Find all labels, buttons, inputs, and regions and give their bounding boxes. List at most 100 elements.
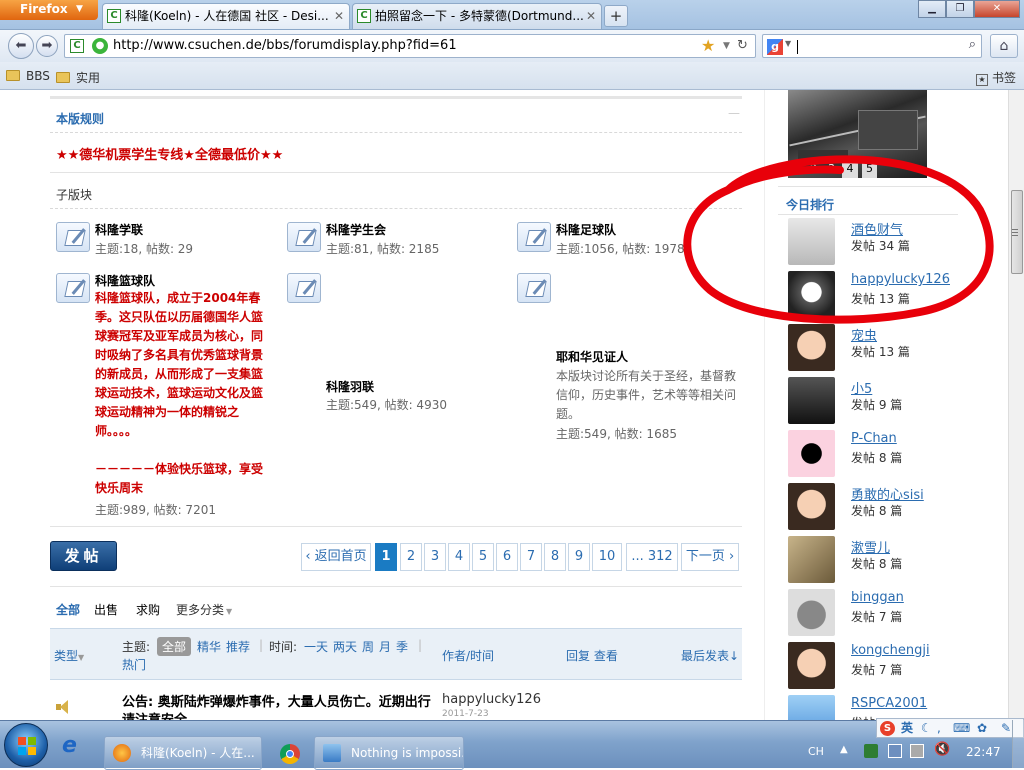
forum-icon[interactable] bbox=[517, 273, 551, 303]
thread-author[interactable]: happylucky126 bbox=[442, 692, 541, 707]
forum-icon[interactable] bbox=[517, 222, 551, 252]
google-icon[interactable]: g bbox=[767, 39, 783, 55]
window-close-button[interactable]: ✕ bbox=[974, 0, 1020, 18]
avatar[interactable] bbox=[788, 536, 835, 583]
chevron-up-icon[interactable]: ▲ bbox=[840, 744, 852, 756]
start-button[interactable] bbox=[4, 723, 48, 767]
pagination-next[interactable]: 下一页 › bbox=[681, 543, 739, 571]
author-column-header[interactable]: 作者/时间 bbox=[442, 647, 494, 664]
show-desktop-button[interactable] bbox=[1012, 720, 1024, 768]
ranking-username[interactable]: P-Chan bbox=[851, 431, 897, 446]
page-1-button[interactable]: 1 bbox=[375, 543, 397, 571]
topic-all-chip[interactable]: 全部 bbox=[157, 637, 192, 656]
ranking-username[interactable]: RSPCA2001 bbox=[851, 696, 927, 711]
clock[interactable]: 22:47 bbox=[966, 745, 1001, 759]
avatar[interactable] bbox=[788, 695, 835, 720]
filter-sell[interactable]: 出售 bbox=[94, 601, 118, 618]
time-two-days-link[interactable]: 两天 bbox=[333, 638, 357, 655]
ranking-username[interactable]: 小5 bbox=[851, 378, 872, 397]
bookmarks-menu-button[interactable]: ★ 书签 bbox=[976, 69, 1016, 86]
page-9-button[interactable]: 9 bbox=[568, 543, 590, 571]
subforum-name[interactable]: 科隆篮球队 bbox=[95, 272, 155, 289]
type-column-header[interactable]: 类型▼ bbox=[54, 647, 84, 664]
taskbar-firefox-window[interactable]: 科隆(Koeln) - 人在... bbox=[104, 736, 262, 770]
action-center-icon[interactable] bbox=[888, 744, 902, 758]
filter-all[interactable]: 全部 bbox=[56, 601, 80, 618]
collapse-icon[interactable]: — bbox=[728, 106, 740, 120]
time-day-link[interactable]: 一天 bbox=[304, 638, 328, 655]
last-post-column-header[interactable]: 最后发表↓ bbox=[681, 647, 739, 664]
chevron-down-icon[interactable]: ▼ bbox=[785, 39, 791, 48]
page-7-button[interactable]: 7 bbox=[520, 543, 542, 571]
page-5-button[interactable]: 5 bbox=[472, 543, 494, 571]
url-bar[interactable]: C ● http://www.csuchen.de/bbs/forumdispl… bbox=[64, 34, 756, 58]
ranking-username[interactable]: kongchengji bbox=[851, 643, 930, 658]
bookmark-folder-practical[interactable]: 实用 bbox=[56, 69, 100, 86]
url-text[interactable]: http://www.csuchen.de/bbs/forumdisplay.p… bbox=[113, 38, 457, 53]
avatar[interactable] bbox=[788, 430, 835, 477]
home-button[interactable]: ⌂ bbox=[990, 34, 1018, 58]
time-week-link[interactable]: 周 bbox=[362, 638, 374, 655]
new-post-button[interactable]: 发帖 bbox=[50, 541, 117, 571]
tab-koeln[interactable]: C 科隆(Koeln) - 人在德国 社区 - Desi... ✕ bbox=[102, 3, 350, 29]
bookmark-star-icon[interactable]: ★ bbox=[701, 35, 715, 57]
volume-muted-icon[interactable]: 🔇 bbox=[934, 742, 950, 757]
language-indicator[interactable]: CH bbox=[808, 745, 824, 758]
topic-recommend-link[interactable]: 推荐 bbox=[226, 638, 250, 655]
network-icon[interactable] bbox=[910, 744, 924, 758]
page-scrollbar[interactable] bbox=[1008, 90, 1024, 720]
settings-icon[interactable]: ✎ bbox=[1001, 719, 1011, 737]
replies-column-header[interactable]: 回复 查看 bbox=[566, 647, 618, 664]
back-button[interactable]: ⬅ bbox=[8, 33, 34, 59]
forum-announcement[interactable]: ★★德华机票学生专线★全德最低价★★ bbox=[56, 144, 283, 163]
ranking-username[interactable]: binggan bbox=[851, 590, 904, 605]
pagination-home[interactable]: ‹ 返回首页 bbox=[301, 543, 371, 571]
time-month-link[interactable]: 月 bbox=[379, 638, 391, 655]
subforum-name[interactable]: 科隆学联 bbox=[95, 221, 143, 238]
subforum-name[interactable]: 耶和华见证人 bbox=[556, 348, 628, 365]
ranking-username[interactable]: 勇敢的心sisi bbox=[851, 484, 924, 503]
taskbar-image-window[interactable]: Nothing is impossi... bbox=[314, 736, 464, 770]
ranking-username[interactable]: 漱雪儿 bbox=[851, 537, 890, 556]
tab-dortmund[interactable]: C 拍照留念一下 - 多特蒙德(Dortmund... ✕ bbox=[352, 3, 602, 29]
page-3-button[interactable]: 3 bbox=[424, 543, 446, 571]
topic-digest-link[interactable]: 精华 bbox=[197, 638, 221, 655]
punctuation-icon[interactable]: , bbox=[937, 719, 941, 737]
page-10-button[interactable]: 10 bbox=[592, 543, 622, 571]
rules-title[interactable]: 本版规则 bbox=[56, 110, 104, 127]
internet-explorer-icon[interactable]: e bbox=[62, 733, 92, 759]
avatar[interactable] bbox=[788, 377, 835, 424]
search-input[interactable]: g ▼ ⌕ bbox=[762, 34, 982, 58]
page-last-button[interactable]: ... 312 bbox=[626, 543, 678, 571]
forum-icon[interactable] bbox=[287, 222, 321, 252]
subforum-name[interactable]: 科隆足球队 bbox=[556, 221, 616, 238]
page-4-button[interactable]: 4 bbox=[448, 543, 470, 571]
forum-icon[interactable] bbox=[287, 273, 321, 303]
forward-button[interactable]: ➡ bbox=[36, 35, 58, 57]
close-icon[interactable]: ✕ bbox=[334, 4, 344, 28]
network-tray-icon[interactable] bbox=[864, 744, 878, 758]
filter-buy[interactable]: 求购 bbox=[136, 601, 160, 618]
new-tab-button[interactable]: + bbox=[604, 5, 628, 27]
filter-more[interactable]: 更多分类 ▼ bbox=[176, 601, 232, 618]
skin-icon[interactable]: ✿ bbox=[977, 719, 987, 737]
ime-mode-label[interactable]: 英 bbox=[901, 719, 913, 737]
reload-icon[interactable]: ↻ bbox=[737, 35, 748, 57]
chevron-down-icon[interactable]: ▼ bbox=[723, 35, 730, 57]
forum-icon[interactable] bbox=[56, 222, 90, 252]
time-season-link[interactable]: 季 bbox=[396, 638, 408, 655]
page-2-button[interactable]: 2 bbox=[400, 543, 422, 571]
moon-icon[interactable]: ☾ bbox=[921, 719, 932, 737]
avatar[interactable] bbox=[788, 589, 835, 636]
avatar[interactable] bbox=[788, 324, 835, 371]
sogou-ime-icon[interactable]: S bbox=[880, 721, 895, 736]
subforum-name[interactable]: 科隆学生会 bbox=[326, 221, 386, 238]
subforum-name[interactable]: 科隆羽联 bbox=[326, 378, 374, 395]
keyboard-icon[interactable]: ⌨ bbox=[953, 719, 970, 737]
chrome-icon[interactable] bbox=[274, 738, 304, 768]
search-icon[interactable]: ⌕ bbox=[969, 37, 976, 52]
page-8-button[interactable]: 8 bbox=[544, 543, 566, 571]
close-icon[interactable]: ✕ bbox=[586, 4, 596, 28]
topic-hot-link[interactable]: 热门 bbox=[122, 656, 146, 673]
avatar[interactable] bbox=[788, 483, 835, 530]
